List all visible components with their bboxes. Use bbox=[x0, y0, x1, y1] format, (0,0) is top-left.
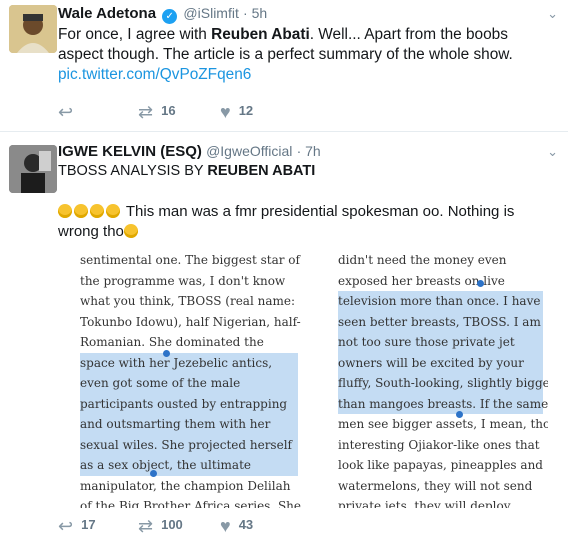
article-line-highlighted: sexual wiles. She projected herself bbox=[80, 434, 298, 455]
user-handle[interactable]: @IgweOfficial bbox=[206, 143, 292, 159]
article-line-highlighted: even got some of the male bbox=[80, 373, 298, 394]
laughing-emoji-icon bbox=[123, 224, 138, 238]
article-column-left: sentimental one. The biggest star of the… bbox=[80, 250, 302, 508]
article-line: watermelons, they will not send bbox=[338, 478, 533, 493]
reply-button[interactable]: ↩ 17 bbox=[58, 516, 96, 537]
article-line-highlighted: not too sure those private jet bbox=[338, 332, 543, 353]
article-line: manipulator, the champion Delilah bbox=[80, 478, 291, 493]
article-line: didn't need the money even bbox=[338, 253, 507, 267]
mention-bold: Reuben Abati bbox=[211, 26, 310, 43]
retweet-button[interactable]: ⇄ 100 bbox=[138, 516, 183, 537]
avatar-image bbox=[9, 145, 57, 193]
display-name[interactable]: IGWE KELVIN (ESQ) bbox=[58, 143, 202, 160]
avatar-image bbox=[9, 5, 57, 53]
reply-button[interactable]: ↩ bbox=[58, 102, 81, 123]
article-line: Tokunbo Idowu), half Nigerian, half- bbox=[80, 314, 301, 329]
retweet-icon: ⇄ bbox=[138, 102, 154, 122]
timestamp[interactable]: · 5h bbox=[243, 5, 267, 21]
article-line: look like papayas, pineapples and bbox=[338, 458, 543, 472]
chevron-down-icon[interactable]: ⌄ bbox=[547, 6, 558, 22]
reply-icon: ↩ bbox=[58, 102, 74, 122]
article-line-highlighted: television more than once. I have bbox=[338, 291, 543, 312]
like-button[interactable]: ♥ 43 bbox=[220, 516, 253, 537]
timestamp[interactable]: · 7h bbox=[297, 143, 321, 159]
heart-icon: ♥ bbox=[220, 516, 231, 536]
retweet-icon: ⇄ bbox=[138, 516, 154, 536]
laughing-emoji-icon bbox=[74, 204, 88, 218]
chevron-down-icon[interactable]: ⌄ bbox=[547, 144, 558, 160]
tweet-header: IGWE KELVIN (ESQ) @IgweOfficial · 7h bbox=[58, 143, 321, 160]
verified-badge-icon: ✓ bbox=[162, 9, 178, 24]
retweet-count: 16 bbox=[161, 103, 176, 118]
selection-handle-icon bbox=[456, 411, 463, 418]
article-line-highlighted: as a sex object, the ultimate bbox=[80, 455, 298, 476]
article-line-highlighted: space with her Jezebelic antics, bbox=[80, 352, 298, 373]
tweet-header: Wale Adetona ✓ @iSlimfit · 5h bbox=[58, 5, 267, 24]
tweet-text-line: This man was a fmr presidential spokesma… bbox=[58, 202, 548, 242]
user-handle[interactable]: @iSlimfit bbox=[183, 5, 238, 21]
tweet-text-line: TBOSS ANALYSIS BY REUBEN ABATI bbox=[58, 163, 315, 179]
article-line: men see bigger assets, I mean, those bbox=[338, 417, 548, 431]
article-line: Romanian. She dominated the bbox=[80, 335, 264, 349]
tweet[interactable]: IGWE KELVIN (ESQ) @IgweOfficial · 7h ⌄ T… bbox=[0, 132, 568, 536]
article-line-highlighted: than mangoes breasts. If the same bbox=[338, 393, 548, 414]
article-line: sentimental one. The biggest star of bbox=[80, 253, 300, 267]
article-line: the programme was, I don't know bbox=[80, 273, 286, 288]
article-line: of the Big Brother Africa series. She bbox=[80, 499, 302, 508]
like-count: 43 bbox=[238, 517, 254, 532]
attached-image[interactable]: sentimental one. The biggest star of the… bbox=[58, 250, 548, 508]
article-line: private jets, they will deploy bbox=[338, 499, 511, 508]
article-line-highlighted: participants ousted by entrapping bbox=[80, 393, 298, 414]
laughing-emoji-icon bbox=[106, 204, 120, 218]
retweet-count: 100 bbox=[161, 517, 183, 532]
selection-handle-icon bbox=[150, 470, 157, 477]
tweet-text-part: For once, I agree with bbox=[58, 26, 212, 43]
article-line: interesting Ojiakor-like ones that bbox=[338, 437, 540, 452]
reply-icon: ↩ bbox=[58, 516, 74, 536]
avatar[interactable] bbox=[9, 145, 57, 193]
article-line-highlighted: owners will be excited by your bbox=[338, 352, 543, 373]
avatar[interactable] bbox=[9, 5, 57, 53]
selection-handle-icon bbox=[477, 280, 484, 287]
mention-bold: REUBEN ABATI bbox=[207, 163, 316, 179]
tweet-text: For once, I agree with Reuben Abati. Wel… bbox=[58, 25, 548, 85]
laughing-emoji-icon bbox=[58, 204, 72, 218]
article-column-right: didn't need the money even exposed her b… bbox=[338, 250, 548, 508]
article-line-highlighted: fluffy, South-looking, slightly bigger bbox=[338, 373, 548, 394]
display-name[interactable]: Wale Adetona bbox=[58, 5, 156, 22]
laughing-emoji-icon bbox=[90, 204, 104, 218]
article-line: exposed her breasts on live bbox=[338, 273, 505, 288]
like-button[interactable]: ♥ 12 bbox=[220, 102, 253, 123]
tweet-text-part: TBOSS ANALYSIS BY bbox=[58, 163, 208, 179]
tweet[interactable]: Wale Adetona ✓ @iSlimfit · 5h ⌄ For once… bbox=[0, 0, 568, 132]
retweet-button[interactable]: ⇄ 16 bbox=[138, 102, 176, 123]
article-line-highlighted: seen better breasts, TBOSS. I am bbox=[338, 311, 543, 332]
media-link[interactable]: pic.twitter.com/QvPoZFqen6 bbox=[58, 66, 251, 83]
article-line-highlighted: and outsmarting them with her bbox=[80, 414, 298, 435]
reply-count: 17 bbox=[81, 517, 96, 532]
selection-handle-icon bbox=[163, 350, 170, 357]
article-line: what you think, TBOSS (real name: bbox=[80, 294, 296, 308]
heart-icon: ♥ bbox=[220, 102, 231, 122]
like-count: 12 bbox=[238, 103, 254, 118]
